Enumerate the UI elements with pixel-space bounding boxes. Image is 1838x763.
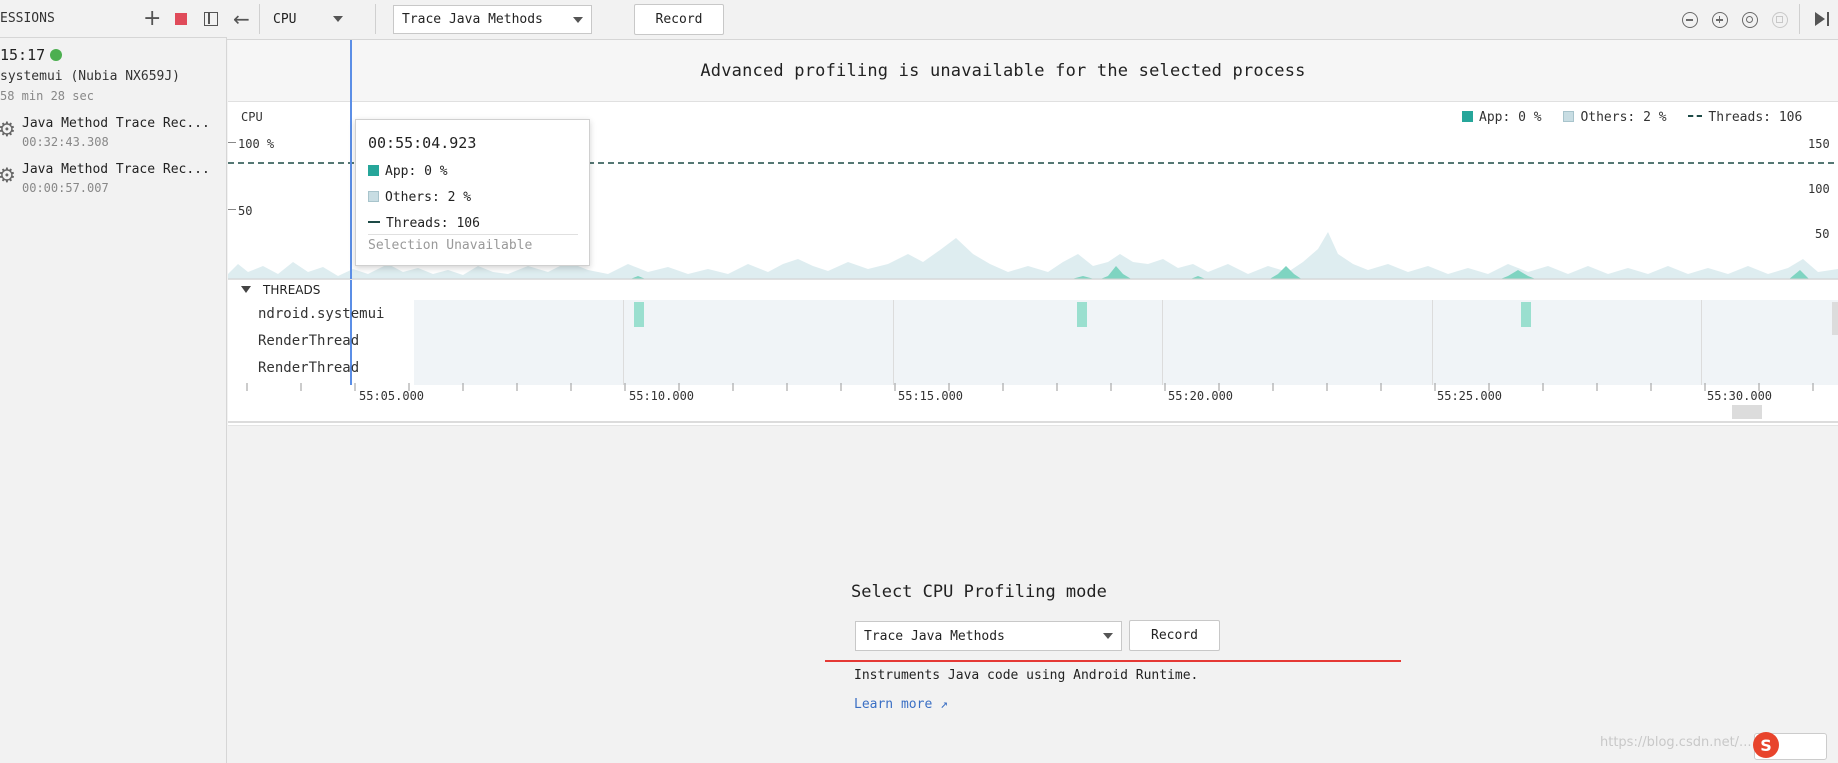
- session-time[interactable]: 15:17: [0, 46, 45, 64]
- sessions-toolbar: ESSIONS +: [0, 0, 227, 38]
- reset-zoom-icon[interactable]: [1741, 11, 1759, 29]
- profiler-select[interactable]: CPU: [267, 8, 349, 30]
- trace-name: Java Method Trace Rec...: [22, 162, 210, 177]
- time-tick-label: 55:25.000: [1437, 389, 1503, 403]
- trace-item[interactable]: ⚙ Java Method Trace Rec... 00:32:43.308: [0, 113, 226, 157]
- tooltip-threads: Threads: 106: [368, 216, 480, 231]
- profiler-select-value: CPU: [273, 11, 297, 27]
- chevron-down-icon: [1103, 633, 1113, 639]
- timeline-scroll-thumb[interactable]: [1732, 405, 1762, 419]
- time-tick-label: 55:20.000: [1168, 389, 1234, 403]
- session-duration: 58 min 28 sec: [0, 89, 94, 103]
- time-tick-label: 55:30.000: [1707, 389, 1773, 403]
- learn-more-link[interactable]: Learn more ↗: [854, 697, 948, 712]
- record-button[interactable]: Record: [634, 4, 724, 35]
- annotation-underline: [825, 660, 1401, 662]
- trace-name: Java Method Trace Rec...: [22, 116, 210, 131]
- config-description: Instruments Java code using Android Runt…: [854, 668, 1199, 683]
- chevron-down-icon: [573, 16, 583, 23]
- session-active-indicator: [50, 49, 62, 61]
- session-process: systemui (Nubia NX659J): [0, 69, 181, 84]
- trace-item[interactable]: ⚙ Java Method Trace Rec... 00:00:57.007: [0, 159, 226, 203]
- time-axis-ticks: [246, 383, 1814, 391]
- time-tick-label: 55:05.000: [359, 389, 425, 403]
- config-mode-value: Trace Java Methods: [864, 628, 1005, 644]
- stop-session-icon[interactable]: [175, 13, 187, 25]
- chevron-down-icon: [333, 16, 343, 22]
- time-tick-label: 55:10.000: [629, 389, 695, 403]
- threads-track-area: [414, 300, 1838, 385]
- back-arrow-icon[interactable]: ←: [233, 7, 250, 31]
- watermark: https://blog.csdn.net/...: [1600, 735, 1752, 750]
- tooltip-others: Others: 2 %: [368, 190, 471, 205]
- config-title: Select CPU Profiling mode: [851, 582, 1107, 602]
- collapse-panel-icon[interactable]: [204, 12, 218, 26]
- threads-collapse-icon[interactable]: [241, 286, 251, 293]
- tooltip-footer: Selection Unavailable: [368, 238, 533, 253]
- trace-time: 00:00:57.007: [22, 181, 109, 195]
- ime-toolbar[interactable]: S: [1753, 732, 1827, 760]
- time-tick-label: 55:15.000: [898, 389, 964, 403]
- mode-select[interactable]: Trace Java Methods: [393, 5, 592, 34]
- threads-header: THREADS: [263, 283, 321, 297]
- zoom-to-selection-icon: [1771, 11, 1789, 29]
- gear-icon: ⚙: [0, 117, 16, 141]
- config-record-button[interactable]: Record: [1129, 620, 1220, 651]
- thread-label[interactable]: RenderThread: [258, 333, 359, 349]
- ime-logo-icon: S: [1753, 732, 1779, 758]
- zoom-out-icon[interactable]: [1681, 11, 1699, 29]
- add-session-icon[interactable]: +: [143, 6, 161, 32]
- tooltip-app: App: 0 %: [368, 164, 448, 179]
- go-live-icon[interactable]: [1815, 11, 1831, 27]
- trace-time: 00:32:43.308: [22, 135, 109, 149]
- config-mode-select[interactable]: Trace Java Methods: [855, 621, 1122, 651]
- unavailable-banner: Advanced profiling is unavailable for th…: [228, 40, 1838, 102]
- thread-activity: [1521, 302, 1531, 327]
- thread-activity: [1077, 302, 1087, 327]
- split-divider[interactable]: [228, 421, 1838, 423]
- gear-icon: ⚙: [0, 163, 16, 187]
- tooltip-time: 00:55:04.923: [368, 134, 477, 152]
- profiler-toolbar: ← CPU Trace Java Methods Record: [227, 0, 1838, 40]
- mode-select-value: Trace Java Methods: [402, 12, 543, 27]
- zoom-in-icon[interactable]: [1711, 11, 1729, 29]
- tooltip: 00:55:04.923 App: 0 % Others: 2 % Thread…: [355, 119, 590, 266]
- sessions-header: ESSIONS: [0, 11, 55, 26]
- thread-activity: [634, 302, 644, 327]
- thread-label[interactable]: ndroid.systemui: [258, 306, 384, 322]
- threads-scrollbar[interactable]: [1832, 302, 1838, 335]
- thread-label[interactable]: RenderThread: [258, 360, 359, 376]
